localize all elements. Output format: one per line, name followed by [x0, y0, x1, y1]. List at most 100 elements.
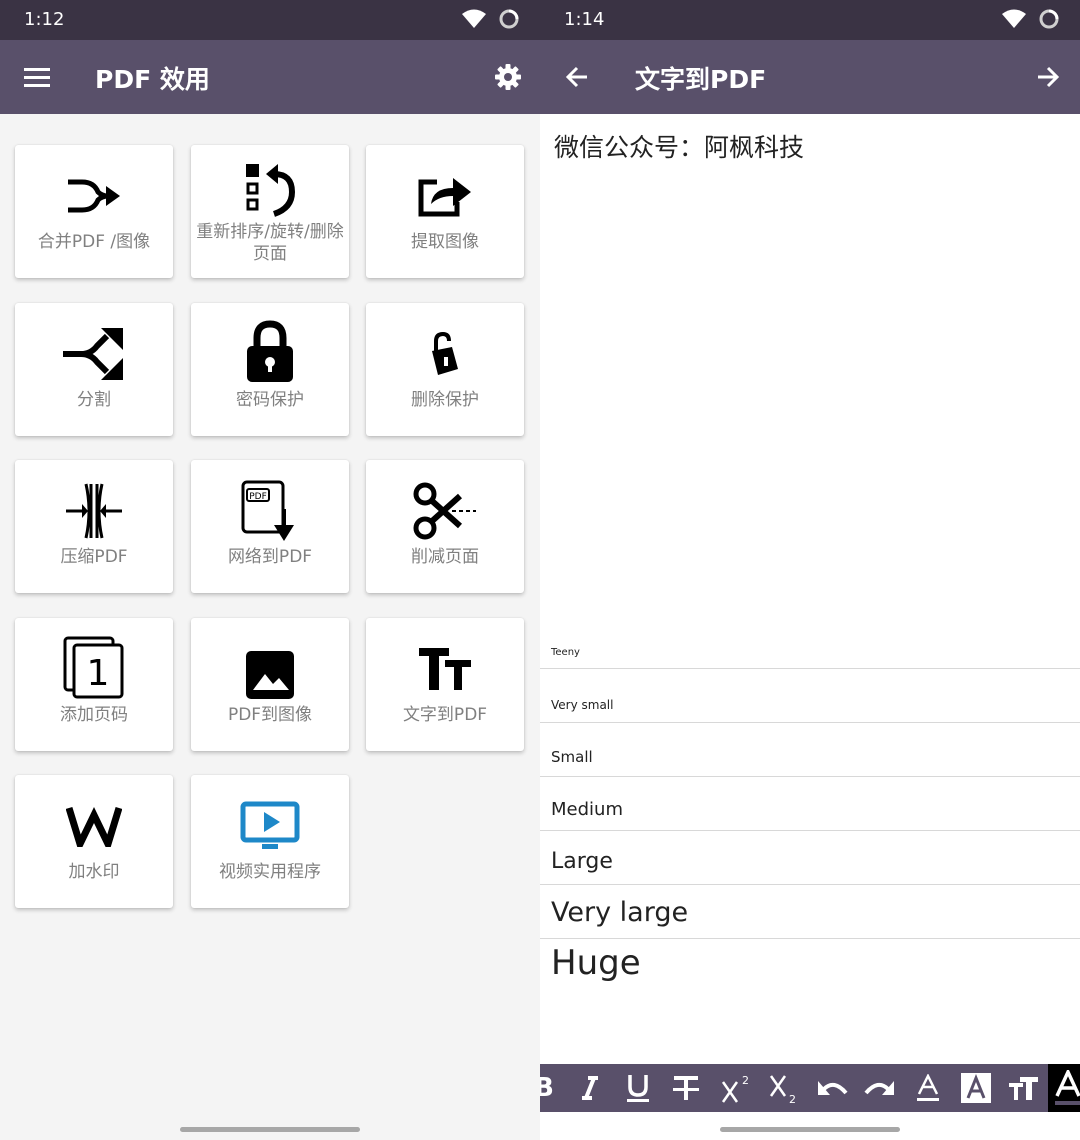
- tile-label: 网络到PDF: [227, 547, 313, 567]
- pdf-download-icon: PDF: [241, 480, 294, 541]
- page-title: PDF 效用: [95, 65, 210, 94]
- tile-label: 密码保护: [236, 390, 304, 410]
- tile-label: 合并PDF /图像: [37, 232, 151, 252]
- italic-icon: [582, 1076, 598, 1100]
- text-size-icon: [1009, 1077, 1038, 1100]
- tile-label: 删除保护: [411, 390, 479, 410]
- tool-video-utilities[interactable]: 视频实用程序: [191, 775, 349, 908]
- home-indicator[interactable]: [720, 1127, 900, 1132]
- size-label: Huge: [551, 943, 641, 983]
- tool-text-to-pdf[interactable]: 文字到PDF: [366, 618, 524, 751]
- size-label: Medium: [551, 799, 623, 820]
- tool-trim-pages[interactable]: 削减页面: [366, 460, 524, 593]
- battery-ring-icon: [1039, 9, 1059, 29]
- font-icon: [1055, 1070, 1080, 1105]
- text-to-pdf-screen: 1:14 文字到PDF 微信公众号：阿枫科技 Teeny Very small …: [540, 0, 1080, 1140]
- size-option[interactable]: Medium: [540, 777, 1080, 831]
- bold-button[interactable]: B: [540, 1064, 554, 1112]
- split-icon: [63, 328, 123, 380]
- redo-icon: [864, 1081, 894, 1095]
- home-indicator[interactable]: [180, 1127, 360, 1132]
- settings-button[interactable]: [488, 57, 528, 97]
- next-button[interactable]: [1028, 57, 1068, 97]
- battery-ring-icon: [499, 9, 519, 29]
- size-label: Large: [551, 849, 613, 874]
- app-bar: 文字到PDF: [540, 40, 1080, 114]
- size-label: Very large: [551, 897, 689, 928]
- unlock-icon: [432, 331, 458, 375]
- tool-password-protect[interactable]: 密码保护: [191, 303, 349, 436]
- watermark-icon: [66, 806, 122, 847]
- bold-icon: B: [540, 1073, 554, 1103]
- size-option[interactable]: Very small: [540, 669, 1080, 723]
- back-button[interactable]: [557, 57, 597, 97]
- status-time: 1:14: [564, 9, 605, 30]
- size-option[interactable]: Very large: [540, 885, 1080, 939]
- size-label: Very small: [551, 698, 614, 712]
- size-option[interactable]: Large: [540, 831, 1080, 885]
- tile-label: 加水印: [68, 862, 120, 882]
- size-option[interactable]: Small: [540, 723, 1080, 777]
- lock-icon: [247, 320, 293, 382]
- redo-button[interactable]: [860, 1064, 900, 1112]
- tool-pdf-to-image[interactable]: PDF到图像: [191, 618, 349, 751]
- pdf-utilities-screen: 1:12 PDF 效用 合并PDF /图像 重新排序/旋转/删除页面 提取图像 …: [0, 0, 540, 1140]
- font-button[interactable]: [1048, 1064, 1080, 1112]
- text-color-icon: [917, 1074, 939, 1101]
- superscript-icon: 2: [721, 1074, 749, 1103]
- tool-merge[interactable]: 合并PDF /图像: [15, 145, 173, 278]
- text-background-icon: [961, 1073, 991, 1103]
- tool-reorder[interactable]: 重新排序/旋转/删除页面: [191, 145, 349, 278]
- undo-button[interactable]: [812, 1064, 852, 1112]
- size-option[interactable]: Teeny: [540, 615, 1080, 669]
- status-time: 1:12: [24, 9, 65, 30]
- compress-icon: [66, 483, 122, 539]
- tile-label: 添加页码: [60, 705, 128, 725]
- arrow-right-icon: [1038, 66, 1060, 88]
- text-color-button[interactable]: [908, 1064, 948, 1112]
- tile-label: 压缩PDF: [60, 547, 128, 567]
- underline-button[interactable]: [618, 1064, 658, 1112]
- italic-button[interactable]: [570, 1064, 610, 1112]
- size-option[interactable]: Huge: [540, 939, 1080, 1009]
- tv-play-icon: [240, 801, 300, 849]
- tool-watermark[interactable]: 加水印: [15, 775, 173, 908]
- tool-web-to-pdf[interactable]: PDF 网络到PDF: [191, 460, 349, 593]
- tile-label: 视频实用程序: [219, 862, 321, 882]
- strikethrough-icon: [673, 1076, 699, 1100]
- svg-text:2: 2: [742, 1074, 749, 1087]
- superscript-button[interactable]: 2: [716, 1064, 756, 1112]
- text-size-button[interactable]: [1004, 1064, 1044, 1112]
- tile-label: 重新排序/旋转/删除页面: [196, 222, 344, 264]
- scissors-icon: [413, 482, 476, 540]
- tool-add-page-numbers[interactable]: 1 添加页码: [15, 618, 173, 751]
- gear-icon: [495, 64, 521, 90]
- subscript-icon: 2: [769, 1075, 796, 1104]
- editor-content[interactable]: 微信公众号：阿枫科技: [554, 128, 804, 164]
- text-background-button[interactable]: [956, 1064, 996, 1112]
- formatting-toolbar: B 2 2: [540, 1064, 1080, 1112]
- menu-button[interactable]: [17, 57, 57, 97]
- tile-label: PDF到图像: [227, 705, 313, 725]
- page-title: 文字到PDF: [635, 65, 767, 94]
- page-number-icon: 1: [63, 636, 124, 699]
- undo-icon: [818, 1081, 848, 1095]
- text-size-icon: [419, 648, 471, 690]
- share-icon: [418, 178, 471, 217]
- svg-text:PDF: PDF: [249, 492, 267, 502]
- status-bar: 1:14: [540, 0, 1080, 40]
- strikethrough-button[interactable]: [666, 1064, 706, 1112]
- tile-label: 提取图像: [411, 232, 479, 252]
- subscript-button[interactable]: 2: [764, 1064, 804, 1112]
- tool-compress[interactable]: 压缩PDF: [15, 460, 173, 593]
- hamburger-icon: [24, 68, 50, 87]
- tool-extract-images[interactable]: 提取图像: [366, 145, 524, 278]
- app-bar: PDF 效用: [0, 40, 540, 114]
- arrow-left-icon: [565, 66, 587, 88]
- tool-remove-protection[interactable]: 删除保护: [366, 303, 524, 436]
- size-label: Small: [551, 748, 593, 766]
- tile-label: 分割: [77, 390, 111, 410]
- tool-split[interactable]: 分割: [15, 303, 173, 436]
- underline-icon: [627, 1075, 649, 1102]
- svg-text:2: 2: [789, 1093, 796, 1104]
